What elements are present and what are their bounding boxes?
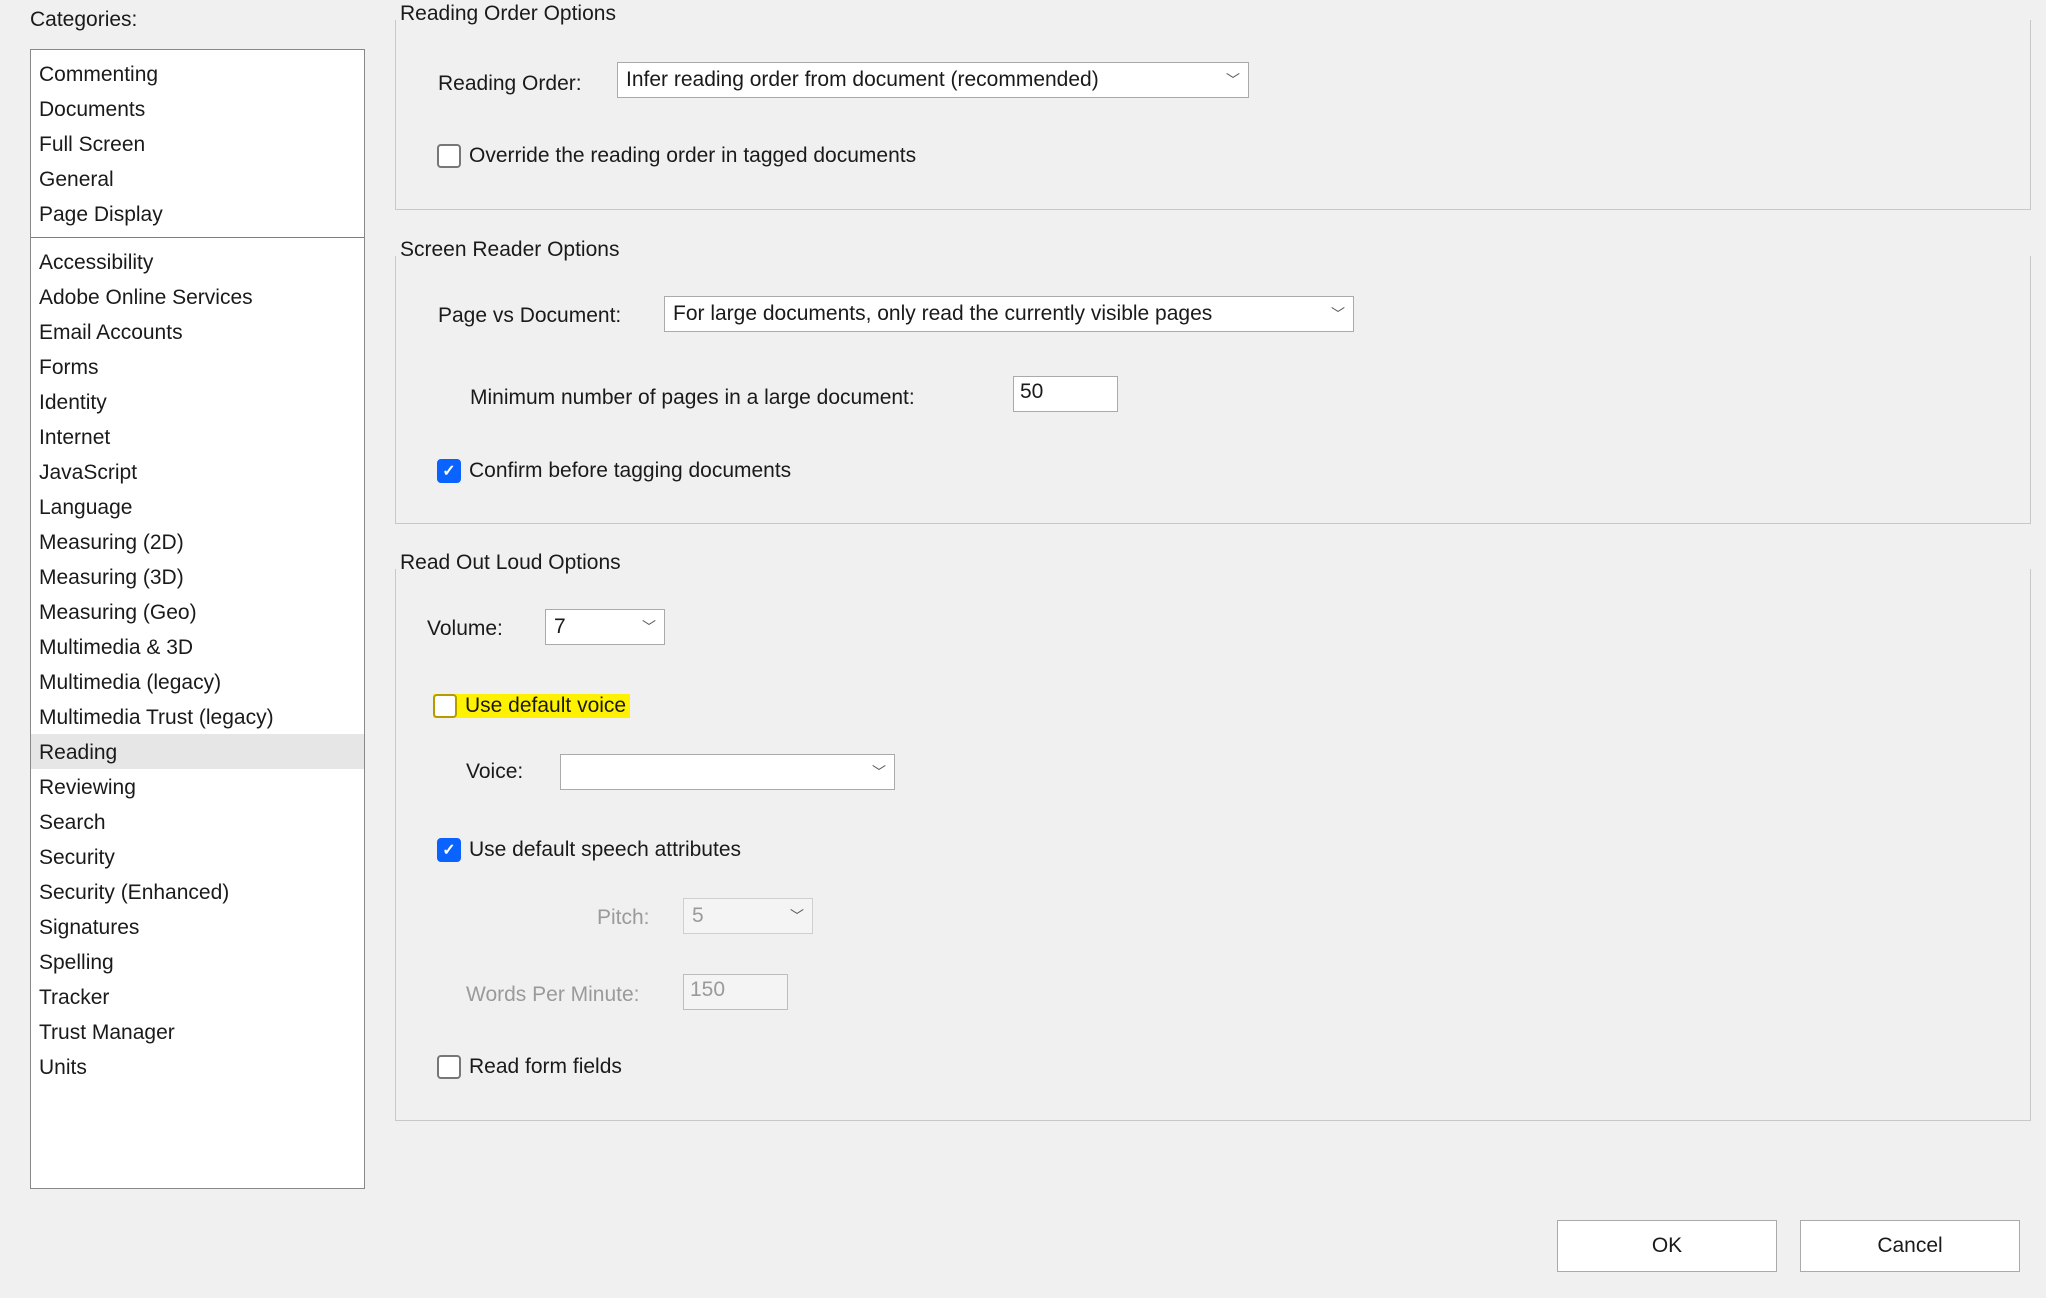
use-default-speech-checkbox[interactable]: ✓ Use default speech attributes xyxy=(437,838,741,862)
chevron-down-icon: ﹀ xyxy=(872,762,886,782)
checkbox-checked-icon: ✓ xyxy=(437,459,461,483)
use-default-voice-checkbox[interactable]: Use default voice xyxy=(433,694,630,718)
reading-order-group xyxy=(395,20,2031,210)
category-item-full-screen[interactable]: Full Screen xyxy=(31,126,364,161)
category-item-measuring-3d[interactable]: Measuring (3D) xyxy=(31,559,364,594)
min-pages-label: Minimum number of pages in a large docum… xyxy=(470,386,915,410)
category-item-forms[interactable]: Forms xyxy=(31,349,364,384)
page-vs-document-select[interactable]: For large documents, only read the curre… xyxy=(664,296,1354,332)
category-item-javascript[interactable]: JavaScript xyxy=(31,454,364,489)
pitch-value: 5 xyxy=(692,904,704,928)
category-item-signatures[interactable]: Signatures xyxy=(31,909,364,944)
min-pages-input[interactable]: 50 xyxy=(1013,376,1118,412)
category-item-trust-manager[interactable]: Trust Manager xyxy=(31,1014,364,1049)
category-item-commenting[interactable]: Commenting xyxy=(31,56,364,91)
reading-order-value: Infer reading order from document (recom… xyxy=(626,68,1099,92)
override-reading-order-checkbox[interactable]: Override the reading order in tagged doc… xyxy=(437,144,916,168)
checkbox-icon xyxy=(437,1055,461,1079)
category-item-page-display[interactable]: Page Display xyxy=(31,196,364,231)
volume-select[interactable]: 7 ﹀ xyxy=(545,609,665,645)
category-separator xyxy=(31,237,364,238)
chevron-down-icon: ﹀ xyxy=(1226,70,1240,90)
confirm-before-tagging-checkbox[interactable]: ✓ Confirm before tagging documents xyxy=(437,459,791,483)
checkbox-icon xyxy=(433,694,457,718)
category-item-multimedia-legacy[interactable]: Multimedia (legacy) xyxy=(31,664,364,699)
cancel-button-label: Cancel xyxy=(1877,1234,1942,1258)
read-form-fields-label: Read form fields xyxy=(469,1055,622,1079)
category-item-units[interactable]: Units xyxy=(31,1049,364,1084)
chevron-down-icon: ﹀ xyxy=(790,906,804,926)
category-item-adobe-online-services[interactable]: Adobe Online Services xyxy=(31,279,364,314)
category-item-measuring-2d[interactable]: Measuring (2D) xyxy=(31,524,364,559)
confirm-before-tagging-label: Confirm before tagging documents xyxy=(469,459,791,483)
category-item-search[interactable]: Search xyxy=(31,804,364,839)
voice-label: Voice: xyxy=(466,760,523,784)
category-item-multimedia-3d[interactable]: Multimedia & 3D xyxy=(31,629,364,664)
volume-value: 7 xyxy=(554,615,566,639)
page-vs-document-value: For large documents, only read the curre… xyxy=(673,302,1212,326)
wpm-input: 150 xyxy=(683,974,788,1010)
category-item-measuring-geo[interactable]: Measuring (Geo) xyxy=(31,594,364,629)
page-vs-document-label: Page vs Document: xyxy=(438,304,621,328)
pitch-select: 5 ﹀ xyxy=(683,898,813,934)
chevron-down-icon: ﹀ xyxy=(642,617,656,637)
category-item-multimedia-trust-legacy[interactable]: Multimedia Trust (legacy) xyxy=(31,699,364,734)
categories-label: Categories: xyxy=(30,8,137,32)
voice-select[interactable]: ﹀ xyxy=(560,754,895,790)
override-reading-order-label: Override the reading order in tagged doc… xyxy=(469,144,916,168)
pitch-label: Pitch: xyxy=(597,906,650,930)
reading-order-label: Reading Order: xyxy=(438,72,582,96)
use-default-speech-label: Use default speech attributes xyxy=(469,838,741,862)
chevron-down-icon: ﹀ xyxy=(1331,304,1345,324)
categories-list[interactable]: Commenting Documents Full Screen General… xyxy=(30,49,365,1189)
read-form-fields-checkbox[interactable]: Read form fields xyxy=(437,1055,622,1079)
category-item-reading[interactable]: Reading xyxy=(31,734,364,769)
category-item-general[interactable]: General xyxy=(31,161,364,196)
category-item-accessibility[interactable]: Accessibility xyxy=(31,244,364,279)
cancel-button[interactable]: Cancel xyxy=(1800,1220,2020,1272)
wpm-label: Words Per Minute: xyxy=(466,983,640,1007)
checkbox-checked-icon: ✓ xyxy=(437,838,461,862)
category-item-internet[interactable]: Internet xyxy=(31,419,364,454)
category-item-email-accounts[interactable]: Email Accounts xyxy=(31,314,364,349)
reading-order-select[interactable]: Infer reading order from document (recom… xyxy=(617,62,1249,98)
ok-button[interactable]: OK xyxy=(1557,1220,1777,1272)
category-item-tracker[interactable]: Tracker xyxy=(31,979,364,1014)
use-default-voice-label: Use default voice xyxy=(465,694,626,718)
volume-label: Volume: xyxy=(427,617,503,641)
category-item-security[interactable]: Security xyxy=(31,839,364,874)
category-item-security-enhanced[interactable]: Security (Enhanced) xyxy=(31,874,364,909)
category-item-spelling[interactable]: Spelling xyxy=(31,944,364,979)
category-item-documents[interactable]: Documents xyxy=(31,91,364,126)
category-item-reviewing[interactable]: Reviewing xyxy=(31,769,364,804)
ok-button-label: OK xyxy=(1652,1234,1682,1258)
category-item-identity[interactable]: Identity xyxy=(31,384,364,419)
checkbox-icon xyxy=(437,144,461,168)
category-item-language[interactable]: Language xyxy=(31,489,364,524)
